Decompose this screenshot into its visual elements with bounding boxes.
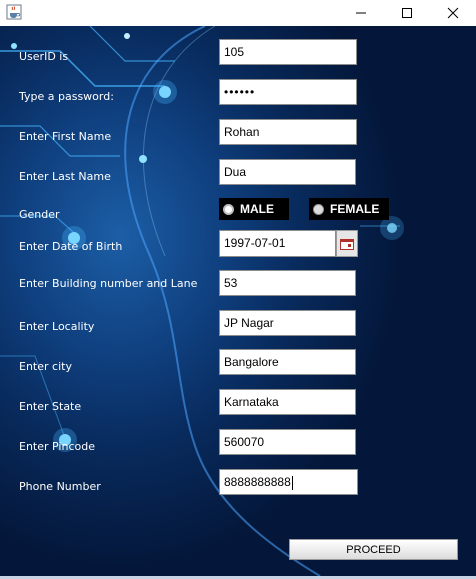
password-label: Type a password: — [19, 90, 114, 103]
locality-label: Enter Locality — [19, 320, 95, 333]
close-button[interactable] — [430, 0, 476, 26]
phone-label: Phone Number — [19, 480, 101, 493]
last-name-label: Enter Last Name — [19, 170, 111, 183]
userid-field[interactable]: 105 — [219, 39, 357, 65]
title-bar[interactable] — [0, 0, 476, 26]
calendar-button[interactable] — [336, 230, 358, 257]
proceed-button[interactable]: PROCEED — [289, 539, 458, 560]
building-label: Enter Building number and Lane — [19, 277, 198, 290]
dob-field[interactable]: 1997-07-01 — [219, 230, 336, 257]
gender-male-radio[interactable]: MALE — [219, 198, 289, 220]
minimize-icon — [356, 12, 366, 14]
state-field[interactable]: Karnataka — [219, 389, 356, 415]
calendar-icon — [340, 238, 354, 250]
password-field[interactable]: •••••• — [219, 79, 357, 105]
phone-field[interactable]: 8888888888 — [219, 469, 358, 495]
gender-female-label: FEMALE — [330, 202, 380, 216]
radio-unselected-icon — [313, 203, 324, 215]
locality-field[interactable]: JP Nagar — [219, 310, 356, 336]
first-name-label: Enter First Name — [19, 130, 112, 143]
gender-female-radio[interactable]: FEMALE — [309, 198, 389, 220]
userid-label: UserID is — [19, 50, 69, 63]
maximize-icon — [402, 8, 412, 18]
pincode-field[interactable]: 560070 — [219, 429, 356, 455]
city-field[interactable]: Bangalore — [219, 349, 356, 375]
phone-value: 8888888888 — [224, 475, 291, 489]
building-field[interactable]: 53 — [219, 270, 356, 296]
radio-selected-icon — [223, 203, 234, 215]
form-panel: UserID is Type a password: Enter First N… — [0, 26, 476, 576]
minimize-button[interactable] — [338, 0, 384, 26]
dob-label: Enter Date of Birth — [19, 240, 123, 253]
city-label: Enter city — [19, 360, 72, 373]
state-label: Enter State — [19, 400, 82, 413]
text-caret — [291, 475, 293, 490]
gender-male-label: MALE — [240, 202, 274, 216]
pincode-label: Enter Pincode — [19, 440, 95, 453]
java-cup-icon — [6, 4, 22, 20]
maximize-button[interactable] — [384, 0, 430, 26]
gender-label: Gender — [19, 208, 60, 221]
first-name-field[interactable]: Rohan — [219, 119, 357, 145]
last-name-field[interactable]: Dua — [219, 159, 356, 185]
close-icon — [447, 7, 459, 19]
app-window: UserID is Type a password: Enter First N… — [0, 0, 476, 579]
